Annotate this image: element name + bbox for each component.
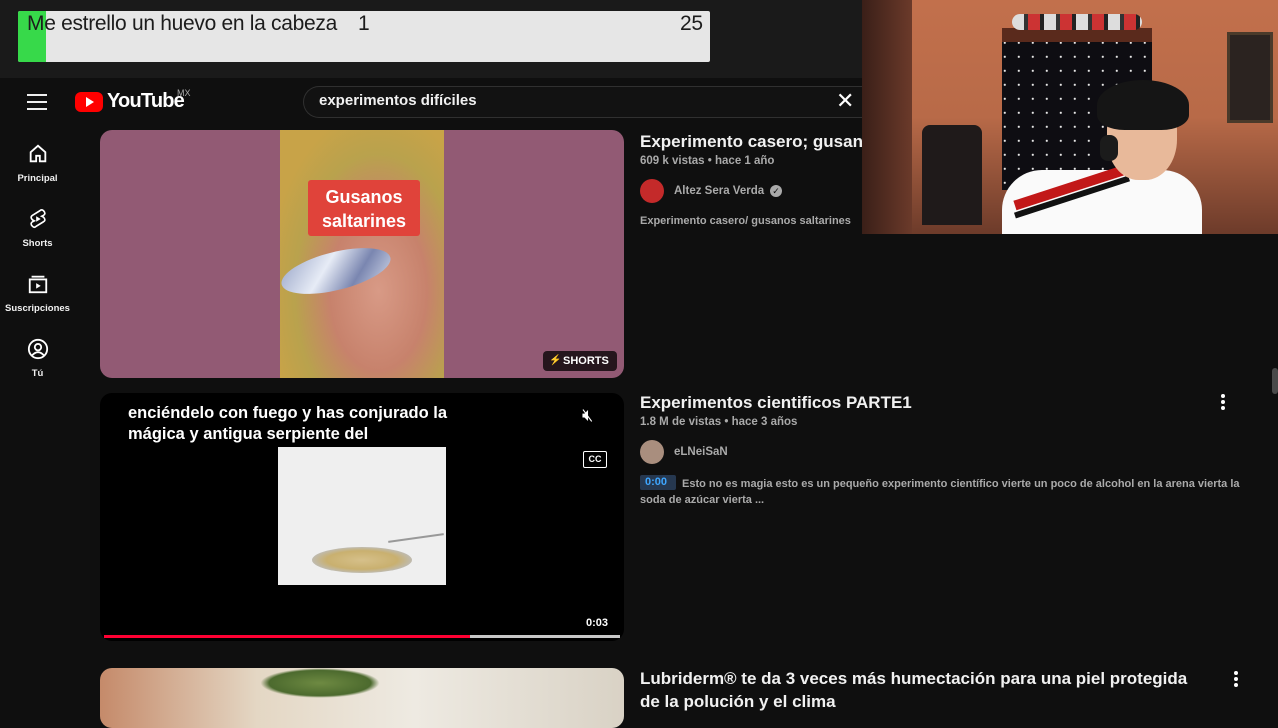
clear-search-icon[interactable]: ✕ bbox=[836, 88, 854, 114]
sand-plate bbox=[312, 547, 412, 573]
scrollbar-thumb[interactable] bbox=[1272, 368, 1278, 394]
subscriptions-icon bbox=[28, 275, 47, 294]
sidebar-item-label: Suscripciones bbox=[5, 303, 70, 314]
video-title[interactable]: Experimentos cientificos PARTE1 bbox=[640, 393, 912, 413]
chair bbox=[922, 125, 982, 225]
ad-title-line2[interactable]: de la polución y el clima bbox=[640, 692, 836, 712]
shorts-badge: ⚡ SHORTS bbox=[543, 351, 617, 371]
youtube-logo-icon[interactable] bbox=[75, 92, 103, 112]
video-caption: enciéndelo con fuego y has conjurado la … bbox=[128, 404, 448, 443]
goal-target-count: 25 bbox=[680, 12, 703, 35]
thumbnail-caption: Gusanos saltarines bbox=[321, 187, 407, 231]
playback-progress-track[interactable] bbox=[104, 635, 620, 638]
video-thumbnail[interactable]: Gusanos saltarines ⚡ SHORTS bbox=[100, 130, 624, 378]
video-title[interactable]: Experimento casero; gusan bbox=[640, 132, 863, 152]
lighter-stick bbox=[388, 533, 444, 543]
sidebar-item-tu[interactable]: Tú bbox=[0, 338, 75, 379]
channel-avatar[interactable] bbox=[640, 179, 664, 203]
youtube-wordmark[interactable]: YouTube bbox=[107, 90, 185, 113]
more-actions-icon[interactable] bbox=[1234, 671, 1238, 689]
sidebar-item-label: Tú bbox=[31, 368, 44, 379]
door-frame bbox=[862, 0, 912, 234]
video-preview-player[interactable]: enciéndelo con fuego y has conjurado la … bbox=[100, 393, 624, 641]
sidebar-item-label: Principal bbox=[17, 173, 58, 184]
preview-frame bbox=[278, 447, 446, 585]
sidebar-item-suscripciones[interactable]: Suscripciones bbox=[0, 273, 75, 314]
person-hair bbox=[1097, 80, 1189, 130]
soccer-balls bbox=[1012, 14, 1142, 30]
shorts-badge-icon: ⚡ bbox=[549, 355, 562, 366]
channel-avatar[interactable] bbox=[640, 440, 664, 464]
channel-name[interactable]: Altez Sera Verda bbox=[674, 185, 764, 197]
home-icon bbox=[29, 144, 46, 163]
wall-poster bbox=[1227, 32, 1273, 123]
country-code: MX bbox=[177, 88, 191, 98]
video-duration: 0:03 bbox=[586, 617, 609, 629]
shorts-icon bbox=[29, 209, 46, 229]
playback-progress-fill bbox=[104, 635, 471, 638]
shorts-badge-label: SHORTS bbox=[563, 355, 609, 367]
more-actions-icon[interactable] bbox=[1221, 394, 1225, 412]
goal-text: Me estrello un huevo en la cabeza bbox=[27, 12, 337, 35]
sidebar-item-label: Shorts bbox=[22, 238, 53, 249]
sidebar-item-shorts[interactable]: Shorts bbox=[0, 208, 75, 249]
channel-name[interactable]: eLNeiSaN bbox=[674, 446, 728, 458]
video-meta: 1.8 M de vistas • hace 3 años bbox=[640, 416, 798, 428]
ad-thumbnail[interactable] bbox=[100, 668, 624, 728]
webcam-feed bbox=[862, 0, 1278, 234]
shelf bbox=[1002, 28, 1152, 42]
sidebar-item-principal[interactable]: Principal bbox=[0, 143, 75, 184]
verified-icon: ✓ bbox=[770, 185, 782, 197]
video-description: Experimento casero/ gusanos saltarines bbox=[640, 215, 851, 227]
headset bbox=[1100, 135, 1118, 161]
thumbnail-image: Gusanos saltarines bbox=[277, 130, 444, 378]
search-query[interactable]: experimentos difíciles bbox=[319, 92, 477, 109]
video-meta: 609 k vistas • hace 1 año bbox=[640, 155, 775, 167]
person-shirt bbox=[1002, 163, 1202, 234]
video-description: Esto no es magia esto es un pequeño expe… bbox=[640, 478, 1240, 506]
goal-current-count: 1 bbox=[358, 12, 370, 35]
you-icon bbox=[27, 338, 48, 360]
ad-title-line1[interactable]: Lubriderm® te da 3 veces más humectación… bbox=[640, 669, 1187, 689]
menu-icon[interactable] bbox=[27, 94, 47, 110]
captions-icon[interactable]: CC bbox=[583, 451, 607, 468]
plant-image bbox=[260, 668, 380, 698]
mute-icon[interactable]: 🔇︎ bbox=[582, 405, 593, 426]
